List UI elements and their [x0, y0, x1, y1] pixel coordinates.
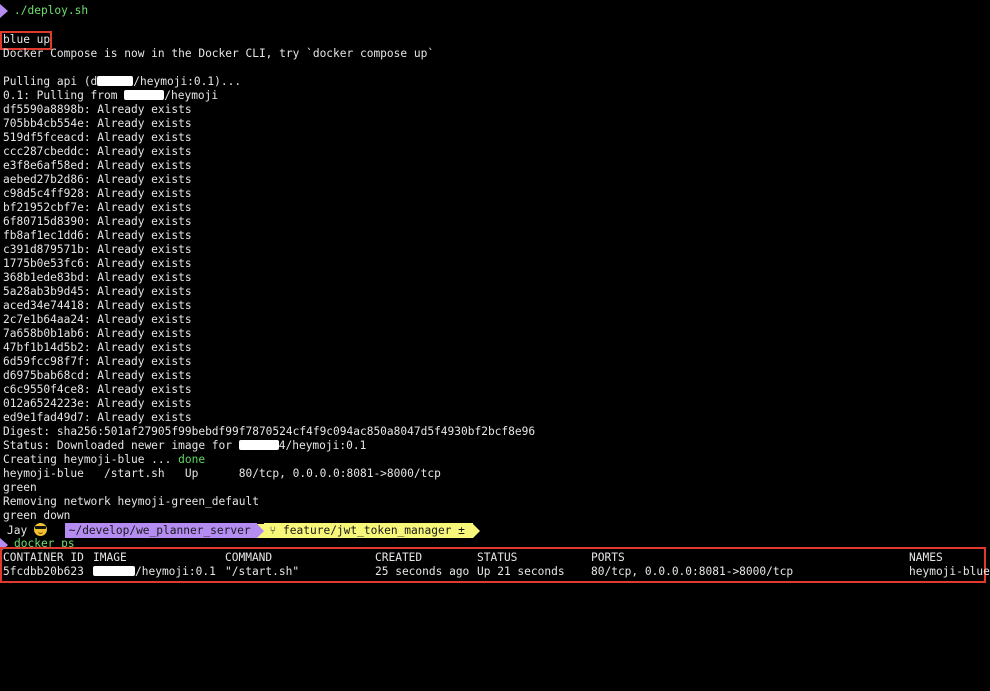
table-row: 5fcdbb20b623 /heymoji:0.1 "/start.sh" 25…	[0, 565, 990, 579]
output-line: 7a658b0b1ab6: Already exists	[3, 327, 192, 340]
output-line: c6c9550f4ce8: Already exists	[3, 383, 192, 396]
output-line-digest: Digest: sha256:501af27905f99bebdf99f7870…	[3, 425, 536, 438]
output-line: 47bf1b14d5b2: Already exists	[3, 341, 192, 354]
output-line: aced34e74418: Already exists	[3, 299, 192, 312]
cell-container-id: 5fcdbb20b623	[3, 565, 84, 578]
prompt-separator-icon	[57, 523, 65, 538]
output-line-status: Status: Downloaded newer image for 4/hey…	[3, 439, 367, 452]
redacted-block	[238, 440, 279, 450]
prompt-separator-icon	[256, 523, 264, 538]
sunglasses-icon	[33, 523, 47, 536]
prompt-separator-icon	[472, 523, 480, 538]
output-line-creating: Creating heymoji-blue ... done	[3, 453, 206, 466]
output-line: 2c7e1b64aa24: Already exists	[3, 313, 192, 326]
docker-ps-header: CONTAINER ID IMAGE COMMAND CREATED STATU…	[0, 551, 990, 565]
output-line: c98d5c4ff928: Already exists	[3, 187, 192, 200]
command-deploy: ./deploy.sh	[14, 4, 89, 17]
output-line-pulling-from: 0.1: Pulling from /heymoji	[3, 89, 219, 102]
output-line-pulling: Pulling api (d/heymoji:0.1)...	[3, 75, 242, 88]
cell-status: Up 21 seconds	[477, 565, 565, 578]
output-line: ccc287cbeddc: Already exists	[3, 145, 192, 158]
output-line: 1775b0e53fc6: Already exists	[3, 257, 192, 270]
column-header-status: STATUS	[477, 551, 518, 564]
output-line: 012a6524223e: Already exists	[3, 397, 192, 410]
shell-prompt: Jay ~/develop/we_planner_server ⑂ featur…	[3, 523, 480, 538]
output-line: df5590a8898b: Already exists	[3, 103, 192, 116]
cell-command: "/start.sh"	[225, 565, 300, 578]
column-header-command: COMMAND	[225, 551, 273, 564]
column-header-image: IMAGE	[93, 551, 127, 564]
output-line: blue up	[3, 33, 51, 46]
output-line: 6d59fcc98f7f: Already exists	[3, 355, 192, 368]
column-header-container-id: CONTAINER ID	[3, 551, 84, 564]
output-line: d6975bab68cd: Already exists	[3, 369, 192, 382]
cell-names: heymoji-blue	[909, 565, 990, 578]
output-line: green down	[3, 509, 71, 522]
output-line: 368b1ede83bd: Already exists	[3, 271, 192, 284]
output-line: 705bb4cb554e: Already exists	[3, 117, 192, 130]
output-line: 519df5fceacd: Already exists	[3, 131, 192, 144]
cell-ports: 80/tcp, 0.0.0.0:8081->8000/tcp	[591, 565, 794, 578]
prompt-arrow-icon	[0, 4, 8, 18]
output-line: fb8af1ec1dd6: Already exists	[3, 229, 192, 242]
redacted-block	[97, 76, 134, 86]
prompt-branch: ⑂ feature/jwt_token_manager ±	[263, 523, 473, 538]
output-line: 6f80715d8390: Already exists	[3, 215, 192, 228]
cell-image: /heymoji:0.1	[93, 565, 216, 579]
output-line: c391d879571b: Already exists	[3, 243, 192, 256]
output-line: green	[3, 481, 37, 494]
output-line: Docker Compose is now in the Docker CLI,…	[3, 47, 435, 60]
prompt-user: Jay	[3, 523, 58, 538]
output-line: ed9e1fad49d7: Already exists	[3, 411, 192, 424]
command-docker-ps: docker ps	[14, 537, 75, 547]
column-header-created: CREATED	[375, 551, 423, 564]
output-line: aebed27b2d86: Already exists	[3, 173, 192, 186]
cell-created: 25 seconds ago	[375, 565, 470, 578]
output-line: heymoji-blue /start.sh Up 80/tcp, 0.0.0.…	[3, 467, 441, 480]
output-line: 5a28ab3b9d45: Already exists	[3, 285, 192, 298]
output-line: bf21952cbf7e: Already exists	[3, 201, 192, 214]
prompt-path: ~/develop/we_planner_server	[64, 523, 257, 538]
done-label: done	[178, 453, 206, 466]
output-line: Removing network heymoji-green_default	[3, 495, 259, 508]
column-header-ports: PORTS	[591, 551, 625, 564]
branch-icon: ⑂	[269, 524, 277, 537]
terminal-window[interactable]: ./deploy.sh blue up Docker Compose is no…	[0, 0, 990, 583]
redacted-block	[93, 566, 135, 576]
column-header-names: NAMES	[909, 551, 943, 564]
output-line: e3f8e6af58ed: Already exists	[3, 159, 192, 172]
redacted-block	[124, 90, 165, 100]
